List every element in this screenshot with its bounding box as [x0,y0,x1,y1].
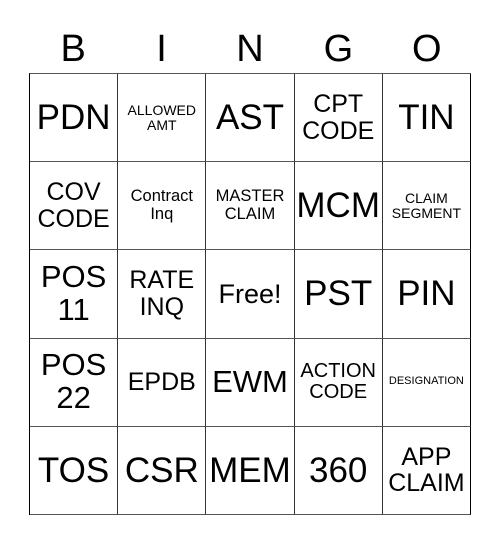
bingo-cell[interactable]: EPDB [118,338,207,427]
bingo-cell[interactable]: COV CODE [30,162,119,251]
bingo-cell[interactable]: 360 [294,426,383,515]
bingo-cell[interactable]: ACTION CODE [294,338,383,427]
bingo-cell[interactable]: TOS [30,426,119,515]
bingo-cell[interactable]: TIN [382,74,471,163]
bingo-cell[interactable]: AST [206,74,295,163]
bingo-cell[interactable]: POS 11 [30,250,119,339]
bingo-cell[interactable]: MEM [206,426,295,515]
bingo-cell[interactable]: CSR [118,426,207,515]
bingo-cell[interactable]: EWM [206,338,295,427]
bingo-cell[interactable]: MASTER CLAIM [206,162,295,251]
bingo-cell[interactable]: MCM [294,162,383,251]
bingo-cell[interactable]: ALLOWED AMT [118,74,207,163]
bingo-cell[interactable]: DESIGNATION [382,338,471,427]
bingo-cell[interactable]: POS 22 [30,338,119,427]
header-letter-g: G [323,28,354,70]
header-letter-i: I [156,28,167,70]
bingo-cell[interactable]: Contract Inq [118,162,207,251]
header-letter-n: N [236,28,264,70]
bingo-cell[interactable]: CPT CODE [294,74,383,163]
bingo-cell[interactable]: CLAIM SEGMENT [382,162,471,251]
bingo-board: PDN ALLOWED AMT AST CPT CODE TIN COV COD… [29,73,471,515]
free-space-cell[interactable]: Free! [206,250,295,339]
bingo-cell[interactable]: PDN [30,74,119,163]
bingo-header: B I N G O [29,26,471,72]
bingo-cell[interactable]: PIN [382,250,471,339]
header-letter-b: B [60,28,86,70]
bingo-cell[interactable]: APP CLAIM [382,426,471,515]
bingo-cell[interactable]: PST [294,250,383,339]
header-letter-o: O [411,28,442,70]
bingo-cell[interactable]: RATE INQ [118,250,207,339]
